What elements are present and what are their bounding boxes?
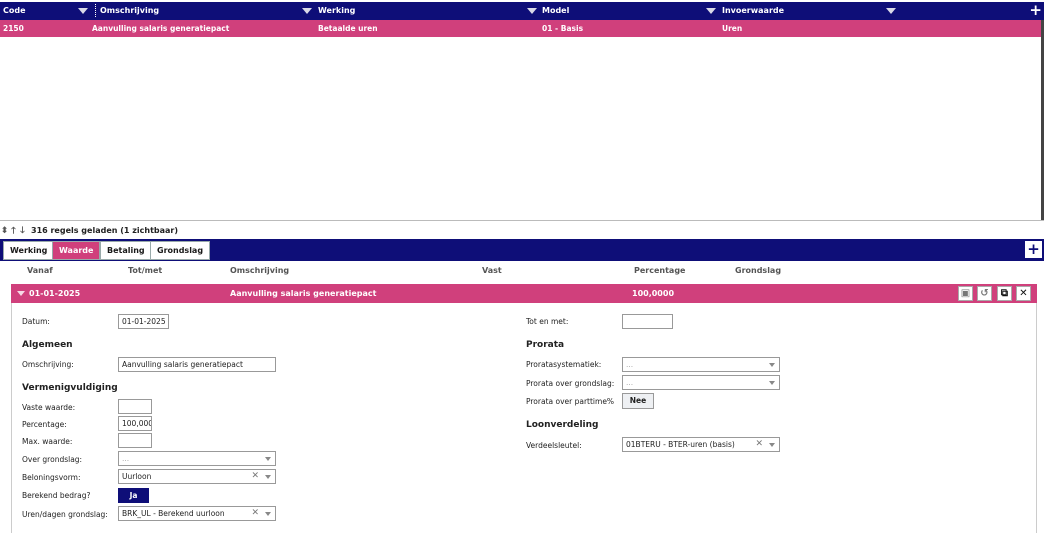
max-waarde-field[interactable] — [118, 433, 152, 448]
column-header-model[interactable]: Model — [542, 2, 569, 20]
column-header-werking[interactable]: Werking — [318, 2, 355, 20]
cell-invoerwaarde: Uren — [722, 24, 743, 33]
clear-icon[interactable]: ✕ — [755, 438, 763, 451]
grid-header: Code Omschrijving Werking Model Invoerwa… — [0, 1, 1044, 20]
werking-filter-chevron-icon[interactable] — [527, 8, 537, 14]
column-resize-handle[interactable] — [95, 4, 97, 17]
totenmet-label: Tot en met: — [526, 317, 569, 326]
grid-divider — [0, 220, 1044, 221]
omschrijving-field[interactable]: Aanvulling salaris generatiepact — [118, 357, 276, 372]
clear-icon[interactable]: ✕ — [251, 470, 259, 483]
subheader-percentage[interactable]: Percentage — [634, 266, 685, 275]
uren-dagen-value: BRK_UL - Berekend uurloon — [122, 509, 225, 518]
berekend-bedrag-label: Berekend bedrag? — [22, 491, 91, 500]
status-bar: ⬍ 🡑 🡓 316 regels geladen (1 zichtbaar) — [0, 224, 178, 237]
table-row[interactable]: 2150 Aanvulling salaris generatiepact Be… — [0, 20, 1044, 37]
chevron-down-icon[interactable] — [265, 457, 271, 461]
column-header-code[interactable]: Code — [3, 2, 26, 20]
subheader-omschrijving[interactable]: Omschrijving — [230, 266, 289, 275]
max-waarde-label: Max. waarde: — [22, 437, 73, 446]
column-header-invoerwaarde[interactable]: Invoerwaarde — [722, 2, 784, 20]
status-text: 316 regels geladen (1 zichtbaar) — [31, 226, 179, 235]
add-tab-plus-icon[interactable]: + — [1025, 241, 1042, 258]
detail-omschrijving: Aanvulling salaris generatiepact — [230, 289, 377, 298]
verdeelsleutel-value: 01BTERU - BTER-uren (basis) — [626, 440, 735, 449]
tab-werking[interactable]: Werking — [3, 241, 55, 260]
vaste-waarde-label: Vaste waarde: — [22, 403, 76, 412]
chevron-down-icon[interactable] — [769, 363, 775, 367]
prorata-parttime-label: Prorata over parttime% — [526, 397, 615, 406]
prorata-systematiek-placeholder: ... — [626, 360, 634, 369]
beloningsvorm-select[interactable]: Uurloon ✕ — [118, 469, 276, 484]
prorata-title: Prorata — [526, 340, 565, 350]
copy-icon[interactable]: ⧉ — [997, 286, 1012, 301]
percentage-label: Percentage: — [22, 420, 67, 429]
algemeen-title: Algemeen — [22, 340, 73, 350]
omschrijving-label: Omschrijving: — [22, 360, 74, 369]
detail-vanaf: 01-01-2025 — [29, 289, 81, 298]
save-icon[interactable]: ▣ — [958, 286, 973, 301]
over-grondslag-placeholder: ... — [122, 454, 130, 463]
tab-bar: Werking Waarde Betaling Grondslag + — [0, 239, 1044, 261]
cell-model: 01 - Basis — [542, 24, 584, 33]
invoerwaarde-filter-chevron-icon[interactable] — [886, 8, 896, 14]
prorata-systematiek-label: Proratasystematiek: — [526, 360, 602, 369]
subheader-totmet[interactable]: Tot/met — [128, 266, 162, 275]
sort-icon[interactable]: ⬍ — [0, 225, 9, 238]
detail-percentage: 100,0000 — [632, 289, 675, 298]
prorata-grondslag-placeholder: ... — [626, 378, 634, 387]
model-filter-chevron-icon[interactable] — [706, 8, 716, 14]
chevron-down-icon[interactable] — [265, 475, 271, 479]
omschrijving-filter-chevron-icon[interactable] — [302, 8, 312, 14]
prorata-grondslag-label: Prorata over grondslag: — [526, 379, 615, 388]
arrow-down-icon[interactable]: 🡓 — [18, 225, 27, 238]
datum-field[interactable]: 01-01-2025 — [118, 314, 169, 329]
datum-label: Datum: — [22, 317, 50, 326]
over-grondslag-label: Over grondslag: — [22, 455, 83, 464]
chevron-down-icon[interactable] — [265, 512, 271, 516]
subheader-grondslag[interactable]: Grondslag — [735, 266, 781, 275]
beloningsvorm-value: Uurloon — [122, 472, 152, 481]
totenmet-field[interactable] — [622, 314, 673, 329]
chevron-down-icon[interactable] — [769, 381, 775, 385]
cell-omschrijving: Aanvulling salaris generatiepact — [92, 24, 230, 33]
column-header-omschrijving[interactable]: Omschrijving — [100, 2, 159, 20]
close-icon[interactable]: ✕ — [1016, 286, 1031, 301]
vermenigvuldiging-title: Vermenigvuldiging — [22, 383, 118, 393]
over-grondslag-select[interactable]: ... — [118, 451, 276, 466]
subheader-vast[interactable]: Vast — [482, 266, 502, 275]
tab-grondslag[interactable]: Grondslag — [150, 241, 211, 260]
add-row-plus-icon[interactable]: + — [1029, 1, 1042, 19]
prorata-grondslag-select[interactable]: ... — [622, 375, 780, 390]
detail-panel — [11, 303, 1037, 533]
undo-icon[interactable]: ↺ — [977, 286, 992, 301]
prorata-parttime-toggle[interactable]: Nee — [622, 393, 654, 409]
percentage-field[interactable]: 100,000 — [118, 416, 152, 431]
detail-row-selected[interactable]: 01-01-2025 Aanvulling salaris generatiep… — [11, 284, 1037, 303]
chevron-down-icon[interactable] — [769, 443, 775, 447]
arrow-up-icon[interactable]: 🡑 — [9, 225, 18, 238]
verdeelsleutel-select[interactable]: 01BTERU - BTER-uren (basis) ✕ — [622, 437, 780, 452]
code-filter-chevron-icon[interactable] — [78, 8, 88, 14]
berekend-bedrag-toggle[interactable]: Ja — [118, 488, 149, 503]
uren-dagen-select[interactable]: BRK_UL - Berekend uurloon ✕ — [118, 506, 276, 521]
loonverdeling-title: Loonverdeling — [526, 420, 599, 430]
tab-betaling[interactable]: Betaling — [100, 241, 152, 260]
cell-code: 2150 — [3, 24, 24, 33]
uren-dagen-label: Uren/dagen grondslag: — [22, 510, 108, 519]
clear-icon[interactable]: ✕ — [251, 507, 259, 520]
vaste-waarde-field[interactable] — [118, 399, 152, 414]
prorata-systematiek-select[interactable]: ... — [622, 357, 780, 372]
tab-waarde[interactable]: Waarde — [52, 241, 101, 260]
subheader-vanaf[interactable]: Vanaf — [27, 266, 53, 275]
expand-caret-icon[interactable] — [17, 291, 25, 296]
cell-werking: Betaalde uren — [318, 24, 378, 33]
verdeelsleutel-label: Verdeelsleutel: — [526, 441, 582, 450]
beloningsvorm-label: Beloningsvorm: — [22, 473, 81, 482]
